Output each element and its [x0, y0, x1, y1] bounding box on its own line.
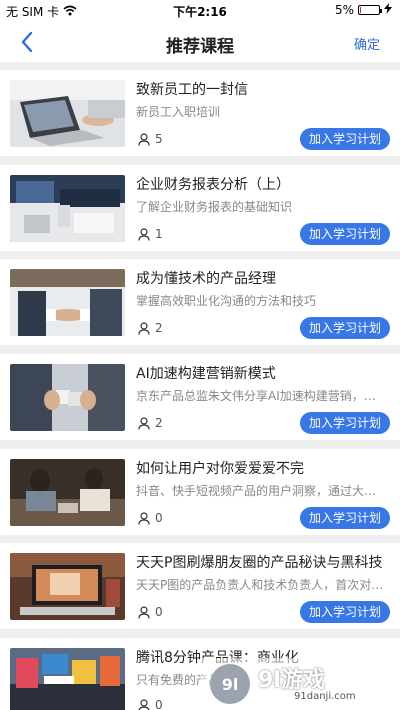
learner-count-value: 0 [155, 698, 163, 710]
learner-count: 2 [138, 321, 163, 335]
status-bar: 无 SIM 卡 下午2:16 5% [0, 0, 400, 22]
person-icon [138, 416, 150, 430]
learner-count: 5 [138, 132, 163, 146]
learner-count: 1 [138, 227, 163, 241]
add-to-plan-button[interactable]: 加入学习计划 [300, 507, 390, 529]
course-description: 掌握高效职业化沟通的方法和技巧 [136, 294, 317, 308]
add-to-plan-button[interactable]: 加入学习计划 [300, 601, 390, 623]
watermark-logo-icon: 9l [210, 664, 250, 704]
watermark-text: 9l游戏 [258, 668, 325, 693]
page-title: 推荐课程 [166, 37, 234, 57]
course-thumbnail-finance [10, 175, 125, 242]
status-right: 5% [335, 3, 392, 17]
learner-count: 0 [138, 698, 163, 710]
person-icon [138, 698, 150, 710]
course-thumbnail-city [10, 648, 125, 710]
navigation-bar: 推荐课程 确定 [0, 22, 400, 62]
person-icon [138, 132, 150, 146]
course-thumbnail-puzzle [10, 364, 125, 431]
learner-count-value: 5 [155, 132, 163, 146]
learner-count-value: 2 [155, 321, 163, 335]
course-thumbnail-meeting [10, 459, 125, 526]
confirm-button[interactable]: 确定 [354, 34, 380, 53]
course-description: 京东产品总监朱文伟分享AI加速构建营销，千… [136, 389, 386, 403]
learner-count-value: 2 [155, 416, 163, 430]
course-title: 企业财务报表分析（上） [136, 177, 290, 193]
course-card[interactable]: 致新员工的一封信 新员工入职培训 5 加入学习计划 [0, 70, 400, 156]
course-card[interactable]: 如何让用户对你爱爱爱不完 抖音、快手短视频产品的用户洞察，通过大数… 0 加入学… [0, 449, 400, 535]
course-card[interactable]: 企业财务报表分析（上） 了解企业财务报表的基础知识 1 加入学习计划 [0, 165, 400, 251]
battery-level [360, 7, 361, 13]
add-to-plan-button[interactable]: 加入学习计划 [300, 317, 390, 339]
course-title: 致新员工的一封信 [136, 82, 248, 98]
person-icon [138, 511, 150, 525]
course-description: 了解企业财务报表的基础知识 [136, 200, 293, 214]
add-to-plan-button[interactable]: 加入学习计划 [300, 128, 390, 150]
watermark: 9l 9l游戏 91danji.com [200, 658, 400, 710]
course-description: 天天P图的产品负责人和技术负责人，首次对… [136, 578, 384, 592]
course-thumbnail-photo-editor [10, 553, 125, 620]
course-description: 抖音、快手短视频产品的用户洞察，通过大数… [136, 484, 386, 498]
battery-icon [358, 5, 382, 15]
learner-count-value: 0 [155, 605, 163, 619]
learner-count-value: 1 [155, 227, 163, 241]
learner-count: 0 [138, 605, 163, 619]
course-title: AI加速构建营销新模式 [136, 366, 276, 382]
course-description: 新员工入职培训 [136, 105, 221, 119]
learner-count: 0 [138, 511, 163, 525]
course-card[interactable]: AI加速构建营销新模式 京东产品总监朱文伟分享AI加速构建营销，千… 2 加入学… [0, 354, 400, 440]
bolt-icon [384, 3, 392, 17]
add-to-plan-button[interactable]: 加入学习计划 [300, 223, 390, 245]
watermark-url: 91danji.com [294, 691, 356, 702]
person-icon [138, 605, 150, 619]
course-title: 如何让用户对你爱爱爱不完 [136, 461, 304, 477]
person-icon [138, 321, 150, 335]
learner-count-value: 0 [155, 511, 163, 525]
course-title: 成为懂技术的产品经理 [136, 271, 276, 287]
course-card[interactable]: 成为懂技术的产品经理 掌握高效职业化沟通的方法和技巧 2 加入学习计划 [0, 259, 400, 345]
course-thumbnail-laptop [10, 80, 125, 147]
course-card[interactable]: 天天P图刷爆朋友圈的产品秘诀与黑科技 天天P图的产品负责人和技术负责人，首次对…… [0, 543, 400, 629]
battery-percent: 5% [334, 3, 354, 17]
course-thumbnail-handshake [10, 269, 125, 336]
add-to-plan-button[interactable]: 加入学习计划 [300, 412, 390, 434]
learner-count: 2 [138, 416, 163, 430]
course-title: 天天P图刷爆朋友圈的产品秘诀与黑科技 [136, 555, 383, 571]
person-icon [138, 227, 150, 241]
